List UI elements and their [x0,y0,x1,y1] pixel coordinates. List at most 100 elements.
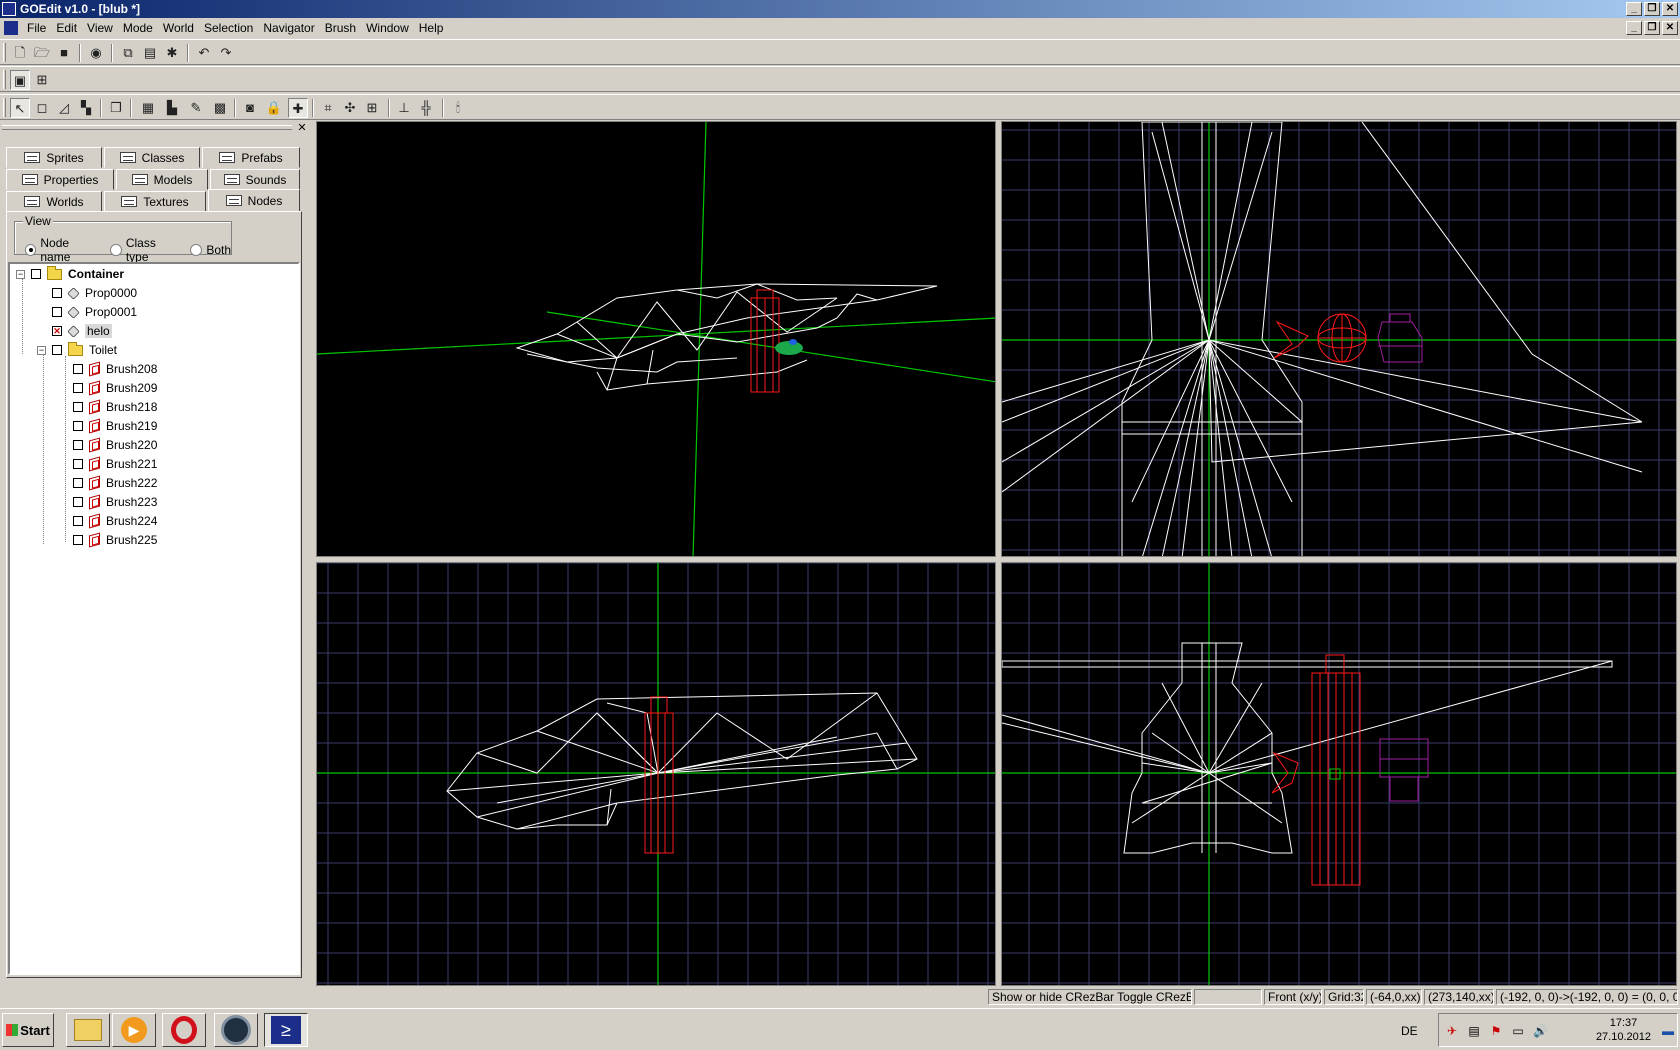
radio-node-name[interactable]: Node name [25,236,98,264]
mdi-restore-button[interactable]: ❐ [1644,21,1660,35]
visibility-checkbox[interactable] [73,459,83,469]
visibility-checkbox-checked[interactable]: ✕ [52,326,62,336]
media-player-icon[interactable]: ▶ [112,1013,156,1047]
box-brush-icon[interactable]: ◻ [32,98,52,118]
visibility-checkbox[interactable] [52,307,62,317]
language-indicator[interactable]: DE [1401,1024,1418,1038]
mdi-close-button[interactable]: ✕ [1662,21,1678,35]
radio-dot[interactable] [110,244,122,256]
toolbar-grip[interactable] [3,70,6,89]
tree-node-brush[interactable]: Brush209 [73,378,157,398]
menu-view[interactable]: View [82,21,118,35]
menu-edit[interactable]: Edit [51,21,82,35]
mdi-minimize-button[interactable]: _ [1626,21,1642,35]
pencil-icon[interactable]: ✎ [186,98,206,118]
visibility-checkbox[interactable] [31,269,41,279]
tree-node-helo[interactable]: ✕ helo [52,321,112,341]
visibility-checkbox[interactable] [52,345,62,355]
restore-button[interactable]: ❐ [1644,2,1660,16]
visibility-checkbox[interactable] [73,478,83,488]
toolbar-grip[interactable] [3,43,6,62]
clock[interactable]: 17:37 27.10.2012 [1596,1016,1651,1044]
grid-icon[interactable]: ▦ [138,98,158,118]
tab-worlds[interactable]: Worlds [6,191,102,212]
tree-node-container[interactable]: − Container [16,264,124,284]
move-icon[interactable]: ✣ [340,98,360,118]
panel-close-icon[interactable]: ✕ [296,122,308,134]
tab-models[interactable]: Models [116,169,208,190]
tree-node-prop0000[interactable]: Prop0000 [52,283,137,303]
copy-icon[interactable]: ⧉ [118,43,138,63]
tray-flag-icon[interactable]: ⚑ [1489,1024,1503,1038]
tray-volume-icon[interactable]: 🔊 [1533,1024,1548,1038]
collapse-icon[interactable]: − [37,345,46,355]
app-circle-icon[interactable] [214,1013,258,1047]
toolbar-grip[interactable] [3,98,6,117]
visibility-checkbox[interactable] [73,402,83,412]
menu-world[interactable]: World [158,21,199,35]
tree-node-brush[interactable]: Brush208 [73,359,157,379]
opera-icon[interactable] [162,1013,206,1047]
tree-node-brush[interactable]: Brush222 [73,473,157,493]
grid-toggle-icon[interactable]: ⊞ [362,98,382,118]
tab-properties[interactable]: Properties [6,169,114,190]
radio-both[interactable]: Both [190,243,231,257]
explorer-icon[interactable] [66,1013,110,1047]
tray-tools-icon[interactable]: ▤ [1467,1024,1481,1038]
menu-mode[interactable]: Mode [118,21,158,35]
radio-dot[interactable] [190,244,203,256]
vertex-icon[interactable]: ⌗ [318,98,338,118]
tree-node-toilet[interactable]: − Toilet [37,340,117,360]
tree-node-brush[interactable]: Brush220 [73,435,157,455]
open-icon[interactable]: 🗁 [32,43,52,63]
menu-file[interactable]: File [22,21,51,35]
radio-class-type[interactable]: Class type [110,236,178,264]
menu-help[interactable]: Help [414,21,449,35]
tab-sounds[interactable]: Sounds [210,169,300,190]
tree-node-brush[interactable]: Brush221 [73,454,157,474]
viewport-front[interactable] [1001,562,1677,986]
visibility-checkbox[interactable] [52,288,62,298]
paste-icon[interactable]: ▤ [140,43,160,63]
visibility-checkbox[interactable] [73,497,83,507]
view-single-icon[interactable]: ▣ [10,70,30,90]
menu-brush[interactable]: Brush [320,21,361,35]
save-icon[interactable]: ■ [54,43,74,63]
sphere-icon[interactable]: ◙ [240,98,260,118]
stairs-icon[interactable]: ▙ [162,98,182,118]
snap-icon[interactable]: ✚ [288,98,308,118]
node-tree[interactable]: − Container Prop0000 Prop0001 ✕ helo − T… [8,262,300,975]
tab-prefabs[interactable]: Prefabs [202,147,300,168]
tree-node-prop0001[interactable]: Prop0001 [52,302,137,322]
visibility-checkbox[interactable] [73,516,83,526]
tray-network-icon[interactable]: ▭ [1511,1024,1525,1038]
tree-node-brush[interactable]: Brush224 [73,511,157,531]
collapse-icon[interactable]: − [16,269,25,279]
tree-node-brush[interactable]: Brush219 [73,416,157,436]
document-icon[interactable] [4,21,18,35]
light-icon[interactable]: 🕯 [448,98,468,118]
align-icon[interactable]: ⊥ [394,98,414,118]
menu-selection[interactable]: Selection [199,21,258,35]
menu-navigator[interactable]: Navigator [258,21,319,35]
tray-app-icon[interactable]: ✈ [1445,1024,1459,1038]
tree-node-brush[interactable]: Brush218 [73,397,157,417]
visibility-checkbox[interactable] [73,383,83,393]
wedge-icon[interactable]: ◿ [54,98,74,118]
texture-icon[interactable]: ▩ [210,98,230,118]
tab-sprites[interactable]: Sprites [6,147,102,168]
undo-icon[interactable]: ↶ [194,43,214,63]
visibility-checkbox[interactable] [73,421,83,431]
settings-icon[interactable]: ✱ [162,43,182,63]
checker-icon[interactable]: ▚ [76,98,96,118]
redo-icon[interactable]: ↷ [216,43,236,63]
lock-icon[interactable]: 🔒 [264,98,284,118]
viewport-top[interactable] [1001,121,1677,557]
visibility-checkbox[interactable] [73,364,83,374]
globe-icon[interactable]: ◉ [86,43,106,63]
view-quad-icon[interactable]: ⊞ [32,70,52,90]
tab-nodes[interactable]: Nodes [208,189,300,211]
viewport-side[interactable] [316,562,996,986]
clone-icon[interactable]: ❐ [106,98,126,118]
minimize-button[interactable]: _ [1626,2,1642,16]
